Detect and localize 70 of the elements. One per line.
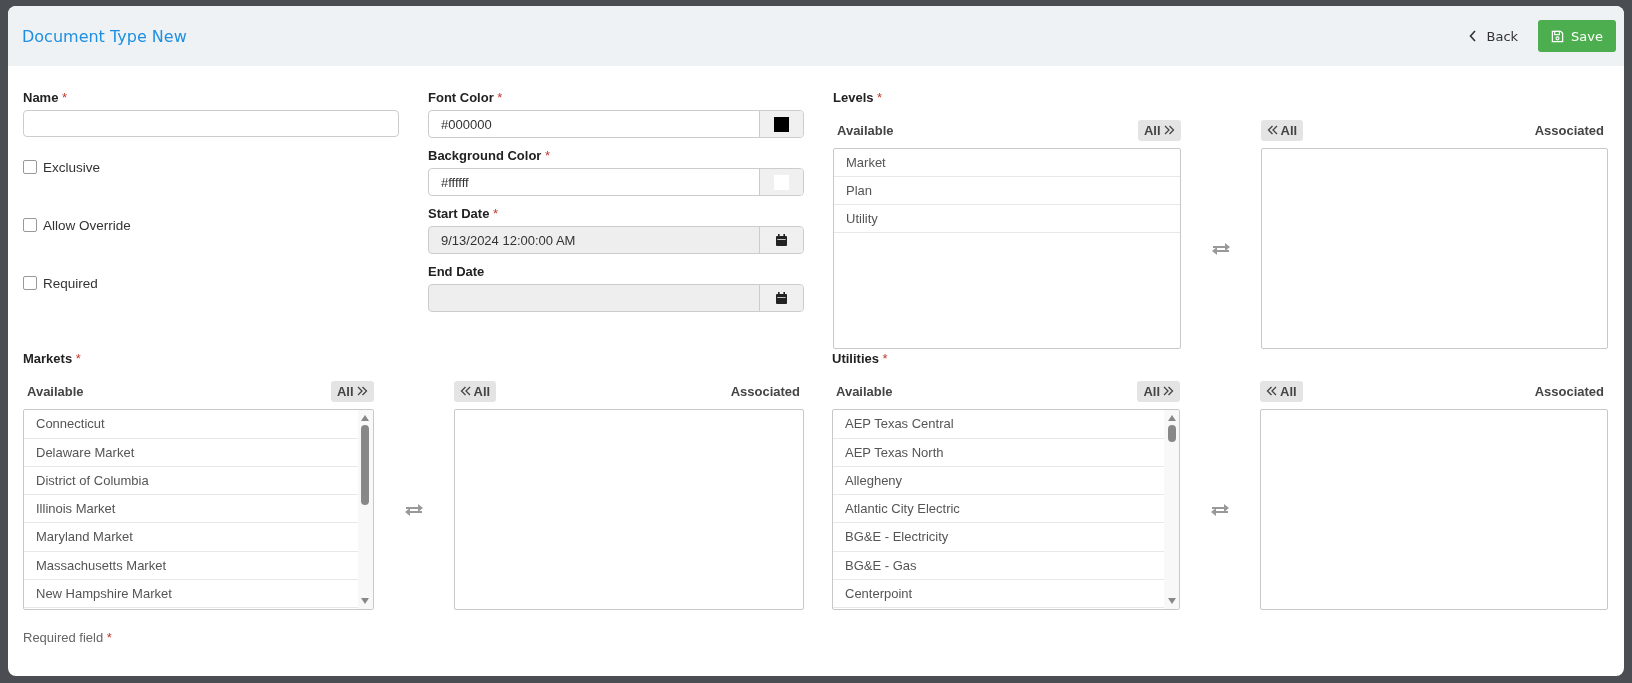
add-all-button[interactable]: All [1137,380,1180,402]
list-item[interactable]: New Hampshire Market [24,579,358,608]
calendar-icon [776,292,787,304]
arrow-up-icon [1167,415,1176,421]
list-item[interactable]: Atlantic City Electric [833,495,1164,523]
field-label: Start Date * [428,206,500,223]
color-swatch [774,116,789,132]
list-item[interactable]: Delaware Market [24,438,358,467]
dialog-title: Document Type New [22,26,187,46]
scrollbar[interactable] [357,410,373,609]
double-chevron-right-icon [1163,386,1174,396]
list-item[interactable]: AEP Texas Central [833,410,1164,439]
color-field[interactable]: #ffffff [428,168,804,196]
list-item[interactable]: Allegheny [833,466,1164,495]
chevron-left-icon [1468,30,1477,42]
scrollbar[interactable] [1164,410,1179,609]
scrollbar-thumb[interactable] [1167,425,1176,442]
checkbox-option[interactable]: Exclusive [23,138,399,196]
list-item[interactable]: Massachusetts Market [24,551,358,580]
scrollbar-thumb[interactable] [361,425,369,505]
field-label: Background Color * [428,148,552,165]
swap-arrows-icon [1209,502,1231,517]
add-all-button[interactable]: All [1137,119,1181,141]
list-item[interactable]: Connecticut [24,410,358,439]
double-chevron-right-icon [356,386,368,396]
list-item[interactable]: BG&E - Electricity [833,523,1164,552]
arrow-down-icon [1167,598,1176,604]
required-field-note: Required field * [23,630,113,645]
list-item[interactable]: Plan [834,177,1180,205]
field-label: End Date [428,264,486,281]
back-button[interactable]: Back [1464,22,1523,50]
list-heading: Available [26,383,85,399]
remove-all-button[interactable]: All [1260,380,1303,402]
remove-all-button[interactable]: All [1260,119,1304,141]
list-item[interactable]: Illinois Market [24,495,358,523]
double-chevron-left-icon [459,386,471,396]
section-label: Markets * [23,351,82,368]
list-item[interactable]: Centerpoint [833,579,1164,608]
list-heading: Available [836,122,895,138]
list-item[interactable]: BG&E - Gas [833,551,1164,580]
field-label: Font Color * [428,90,504,107]
list-item[interactable]: Market [834,149,1180,177]
list-item[interactable]: AEP Texas North [833,438,1164,467]
add-all-button[interactable]: All [330,380,374,402]
checkbox[interactable] [23,160,37,174]
double-chevron-left-icon [1266,386,1277,396]
checkbox-option[interactable]: Allow Override [23,196,399,254]
list-heading: Associated [729,383,801,399]
list-heading: Available [835,383,894,399]
list-item[interactable]: Utility [834,205,1180,233]
checkbox-option[interactable]: Required [23,254,399,312]
name-field[interactable] [23,110,399,137]
arrow-up-icon [361,415,369,421]
color-swatch-button[interactable] [759,169,803,195]
list-heading: Associated [1533,122,1605,138]
double-chevron-right-icon [1163,125,1175,135]
calendar-icon [776,234,787,246]
checkbox[interactable] [23,276,37,290]
checkbox[interactable] [23,218,37,232]
list-heading: Associated [1533,383,1605,399]
remove-all-button[interactable]: All [453,380,497,402]
arrow-down-icon [361,598,369,604]
section-label: Levels * [833,90,884,107]
list-item[interactable]: District of Columbia [24,466,358,495]
list-item[interactable]: Maryland Market [24,523,358,552]
double-chevron-left-icon [1266,125,1278,135]
section-label: Utilities * [832,351,889,368]
color-swatch-button[interactable] [759,111,803,137]
color-field[interactable]: #000000 [428,110,804,138]
field-label: Name * [23,90,69,107]
